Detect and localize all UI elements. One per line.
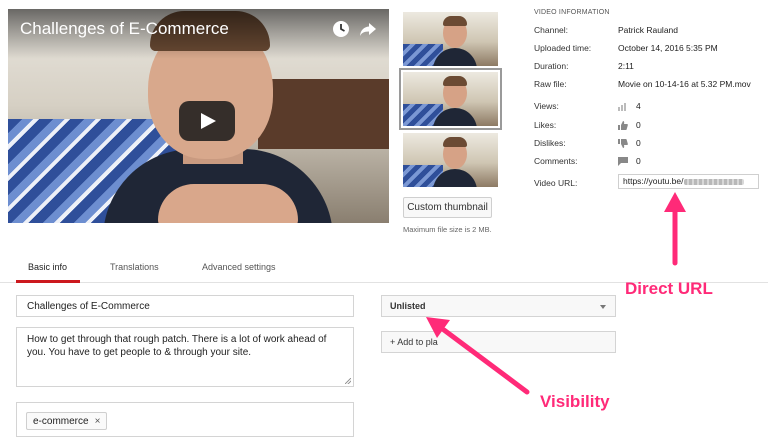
thumbs-up-icon <box>618 121 628 130</box>
likes-label: Likes: <box>534 120 557 130</box>
views-label: Views: <box>534 101 559 111</box>
thumbs-down-icon <box>618 139 628 148</box>
video-frame-shelf <box>258 79 389 149</box>
chevron-down-icon <box>600 305 606 309</box>
video-title-input[interactable]: Challenges of E-Commerce <box>16 295 354 317</box>
play-button-icon[interactable] <box>179 101 235 141</box>
channel-label: Channel: <box>534 25 569 35</box>
thumbnail-option-2[interactable] <box>403 72 498 126</box>
thumbnail-option-3[interactable] <box>403 133 498 187</box>
dislikes-value: 0 <box>636 138 641 148</box>
thumbnail-person-hair <box>443 76 467 86</box>
comments-value: 0 <box>636 156 641 166</box>
duration-value: 2:11 <box>618 61 634 71</box>
video-url-text: https://youtu.be/ <box>623 176 684 186</box>
add-to-playlist-label: + Add to pla <box>390 337 438 347</box>
likes-value: 0 <box>636 120 641 130</box>
video-information-heading: VIDEO INFORMATION <box>534 9 610 16</box>
uploaded-time-value: October 14, 2016 5:35 PM <box>618 43 718 53</box>
description-value: How to get through that rough patch. The… <box>27 334 327 358</box>
description-textarea[interactable]: How to get through that rough patch. The… <box>16 327 354 387</box>
add-to-playlist-button[interactable]: + Add to pla <box>381 331 616 353</box>
thumbnail-person-hair <box>443 16 467 26</box>
max-file-size-note: Maximum file size is 2 MB. <box>403 225 492 234</box>
visibility-dropdown[interactable]: Unlisted <box>381 295 616 317</box>
tab-advanced-settings[interactable]: Advanced settings <box>202 262 276 272</box>
views-value: 4 <box>636 101 641 111</box>
dislikes-label: Dislikes: <box>534 138 566 148</box>
thumbnail-person-hair <box>443 137 467 147</box>
video-url-redacted <box>684 178 745 185</box>
video-title: Challenges of E-Commerce <box>20 19 229 38</box>
remove-tag-icon[interactable]: × <box>95 416 101 427</box>
comments-label: Comments: <box>534 156 578 166</box>
uploaded-time-label: Uploaded time: <box>534 43 592 53</box>
video-url-field[interactable]: https://youtu.be/ <box>618 174 759 189</box>
raw-file-value: Movie on 10-14-16 at 5.32 PM.mov <box>618 79 751 89</box>
active-tab-indicator <box>16 280 80 283</box>
tags-input[interactable]: e-commerce × <box>16 402 354 437</box>
tab-basic-info[interactable]: Basic info <box>28 262 67 272</box>
video-title-input-value: Challenges of E-Commerce <box>27 300 150 312</box>
share-arrow-icon[interactable] <box>358 19 378 39</box>
visibility-arrow <box>426 317 530 395</box>
channel-value: Patrick Rauland <box>618 25 679 35</box>
tag-label: e-commerce <box>33 415 89 427</box>
direct-url-annotation: Direct URL <box>625 279 713 298</box>
video-url-label: Video URL: <box>534 178 578 188</box>
tab-translations[interactable]: Translations <box>110 262 159 272</box>
resize-handle-icon[interactable] <box>345 378 351 384</box>
comment-icon <box>618 157 628 166</box>
clock-icon[interactable] <box>331 19 351 39</box>
video-frame-person-hand <box>158 184 298 223</box>
duration-label: Duration: <box>534 61 569 71</box>
thumbnail-option-1[interactable] <box>403 12 498 66</box>
tag-chip: e-commerce × <box>26 412 108 430</box>
bar-chart-icon <box>618 103 626 111</box>
custom-thumbnail-button[interactable]: Custom thumbnail <box>403 197 492 218</box>
visibility-selected-value: Unlisted <box>390 301 426 311</box>
direct-url-arrow <box>664 192 686 266</box>
visibility-annotation: Visibility <box>540 392 610 411</box>
video-player[interactable]: Challenges of E-Commerce <box>8 9 389 223</box>
raw-file-label: Raw file: <box>534 79 567 89</box>
